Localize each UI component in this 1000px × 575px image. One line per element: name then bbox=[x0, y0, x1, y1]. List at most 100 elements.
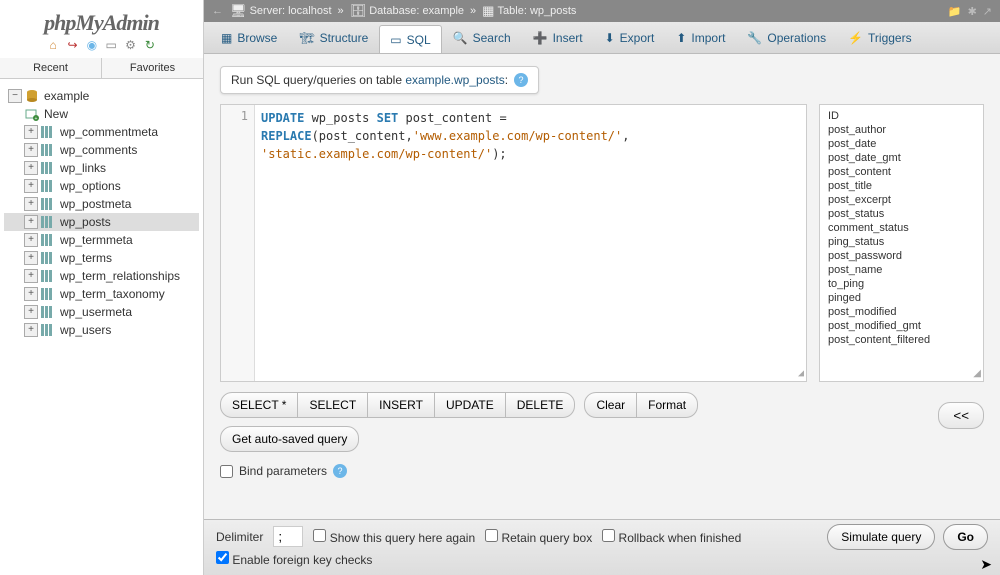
delete-button[interactable]: DELETE bbox=[505, 392, 576, 418]
home-icon[interactable]: ⌂ bbox=[46, 38, 60, 52]
columns-icon[interactable] bbox=[40, 125, 56, 139]
column-option[interactable]: post_modified bbox=[820, 305, 983, 319]
db-name[interactable]: example bbox=[422, 5, 464, 17]
tree-table-wp-term-relationships[interactable]: +wp_term_relationships bbox=[4, 267, 199, 285]
columns-icon[interactable] bbox=[40, 143, 56, 157]
column-option[interactable]: post_modified_gmt bbox=[820, 319, 983, 333]
column-option[interactable]: comment_status bbox=[820, 221, 983, 235]
column-option[interactable]: post_content_filtered bbox=[820, 333, 983, 347]
help-icon[interactable]: ? bbox=[514, 73, 528, 87]
tab-export[interactable]: ⬇Export bbox=[594, 22, 666, 53]
columns-list[interactable]: IDpost_authorpost_datepost_date_gmtpost_… bbox=[819, 104, 984, 382]
columns-icon[interactable] bbox=[40, 323, 56, 337]
column-option[interactable]: pinged bbox=[820, 291, 983, 305]
columns-icon[interactable] bbox=[40, 233, 56, 247]
tab-browse[interactable]: ▦Browse bbox=[210, 22, 288, 53]
select-star-button[interactable]: SELECT * bbox=[220, 392, 298, 418]
tree-table-wp-options[interactable]: +wp_options bbox=[4, 177, 199, 195]
tree-table-wp-postmeta[interactable]: +wp_postmeta bbox=[4, 195, 199, 213]
tree-table-wp-comments[interactable]: +wp_comments bbox=[4, 141, 199, 159]
column-option[interactable]: post_title bbox=[820, 179, 983, 193]
retain-checkbox[interactable] bbox=[485, 529, 498, 542]
nav-back-icon[interactable]: ← bbox=[212, 5, 224, 17]
show-again-checkbox[interactable] bbox=[313, 529, 326, 542]
columns-icon[interactable] bbox=[40, 161, 56, 175]
tree-table-wp-links[interactable]: +wp_links bbox=[4, 159, 199, 177]
expand-icon[interactable]: + bbox=[24, 215, 38, 229]
collapse-icon[interactable]: − bbox=[8, 89, 22, 103]
column-option[interactable]: to_ping bbox=[820, 277, 983, 291]
expand-icon[interactable]: + bbox=[24, 161, 38, 175]
tree-table-wp-commentmeta[interactable]: +wp_commentmeta bbox=[4, 123, 199, 141]
column-option[interactable]: post_author bbox=[820, 123, 983, 137]
logout-icon[interactable]: ↪ bbox=[65, 38, 79, 52]
resize-handle-icon[interactable]: ◢ bbox=[973, 368, 981, 379]
table-name[interactable]: wp_posts bbox=[530, 5, 576, 17]
page-settings-icon[interactable]: ✱ bbox=[968, 5, 977, 18]
expand-icon[interactable]: + bbox=[24, 269, 38, 283]
tree-db[interactable]: − example bbox=[4, 87, 199, 105]
column-option[interactable]: ID bbox=[820, 109, 983, 123]
expand-icon[interactable]: + bbox=[24, 125, 38, 139]
tab-structure[interactable]: 🏗Structure bbox=[288, 22, 379, 53]
columns-icon[interactable] bbox=[40, 215, 56, 229]
settings-icon[interactable]: ⚙ bbox=[124, 38, 138, 52]
columns-collapse-button[interactable]: << bbox=[938, 402, 984, 429]
clear-button[interactable]: Clear bbox=[584, 392, 637, 418]
columns-icon[interactable] bbox=[40, 269, 56, 283]
fk-checkbox[interactable] bbox=[216, 551, 229, 564]
tab-import[interactable]: ⬆Import bbox=[665, 22, 736, 53]
autosaved-button[interactable]: Get auto-saved query bbox=[220, 426, 359, 452]
column-option[interactable]: ping_status bbox=[820, 235, 983, 249]
insert-button[interactable]: INSERT bbox=[367, 392, 435, 418]
expand-icon[interactable]: + bbox=[24, 287, 38, 301]
sql-editor[interactable]: 1 UPDATE wp_posts SET post_content = REP… bbox=[220, 104, 807, 382]
expand-icon[interactable]: + bbox=[24, 233, 38, 247]
tab-insert[interactable]: ➕Insert bbox=[522, 22, 594, 53]
bind-params-checkbox[interactable] bbox=[220, 465, 233, 478]
column-option[interactable]: post_date_gmt bbox=[820, 151, 983, 165]
expand-icon[interactable]: + bbox=[24, 323, 38, 337]
simulate-button[interactable]: Simulate query bbox=[827, 524, 935, 550]
tree-table-wp-users[interactable]: +wp_users bbox=[4, 321, 199, 339]
column-option[interactable]: post_status bbox=[820, 207, 983, 221]
columns-icon[interactable] bbox=[40, 251, 56, 265]
tab-sql[interactable]: ▭SQL bbox=[379, 25, 441, 53]
columns-icon[interactable] bbox=[40, 179, 56, 193]
column-option[interactable]: post_date bbox=[820, 137, 983, 151]
update-button[interactable]: UPDATE bbox=[434, 392, 506, 418]
tab-recent[interactable]: Recent bbox=[0, 58, 102, 78]
bookmark-icon[interactable]: 📁 bbox=[948, 5, 962, 18]
expand-icon[interactable]: + bbox=[24, 179, 38, 193]
expand-icon[interactable]: + bbox=[24, 143, 38, 157]
column-option[interactable]: post_name bbox=[820, 263, 983, 277]
columns-icon[interactable] bbox=[40, 287, 56, 301]
server-name[interactable]: localhost bbox=[288, 5, 331, 17]
expand-icon[interactable]: + bbox=[24, 305, 38, 319]
query-target-link[interactable]: example.wp_posts bbox=[405, 73, 504, 87]
expand-icon[interactable]: + bbox=[24, 197, 38, 211]
delimiter-input[interactable] bbox=[273, 526, 303, 547]
columns-icon[interactable] bbox=[40, 305, 56, 319]
columns-icon[interactable] bbox=[40, 197, 56, 211]
select-button[interactable]: SELECT bbox=[297, 392, 368, 418]
column-option[interactable]: post_password bbox=[820, 249, 983, 263]
tree-table-wp-posts[interactable]: +wp_posts bbox=[4, 213, 199, 231]
resize-handle-icon[interactable]: ◢ bbox=[798, 368, 804, 379]
tree-table-wp-usermeta[interactable]: +wp_usermeta bbox=[4, 303, 199, 321]
tab-search[interactable]: 🔍Search bbox=[442, 22, 522, 53]
tab-triggers[interactable]: ⚡Triggers bbox=[837, 22, 923, 53]
expand-icon[interactable]: + bbox=[24, 251, 38, 265]
docs-icon[interactable]: ◉ bbox=[85, 38, 99, 52]
column-option[interactable]: post_content bbox=[820, 165, 983, 179]
exit-icon[interactable]: ↗ bbox=[983, 5, 992, 18]
tree-table-wp-termmeta[interactable]: +wp_termmeta bbox=[4, 231, 199, 249]
go-button[interactable]: Go bbox=[943, 524, 988, 550]
sql-icon[interactable]: ▭ bbox=[104, 38, 118, 52]
help-icon[interactable]: ? bbox=[333, 464, 347, 478]
tree-new[interactable]: + New bbox=[4, 105, 199, 123]
rollback-checkbox[interactable] bbox=[602, 529, 615, 542]
tree-table-wp-terms[interactable]: +wp_terms bbox=[4, 249, 199, 267]
column-option[interactable]: post_excerpt bbox=[820, 193, 983, 207]
format-button[interactable]: Format bbox=[636, 392, 698, 418]
